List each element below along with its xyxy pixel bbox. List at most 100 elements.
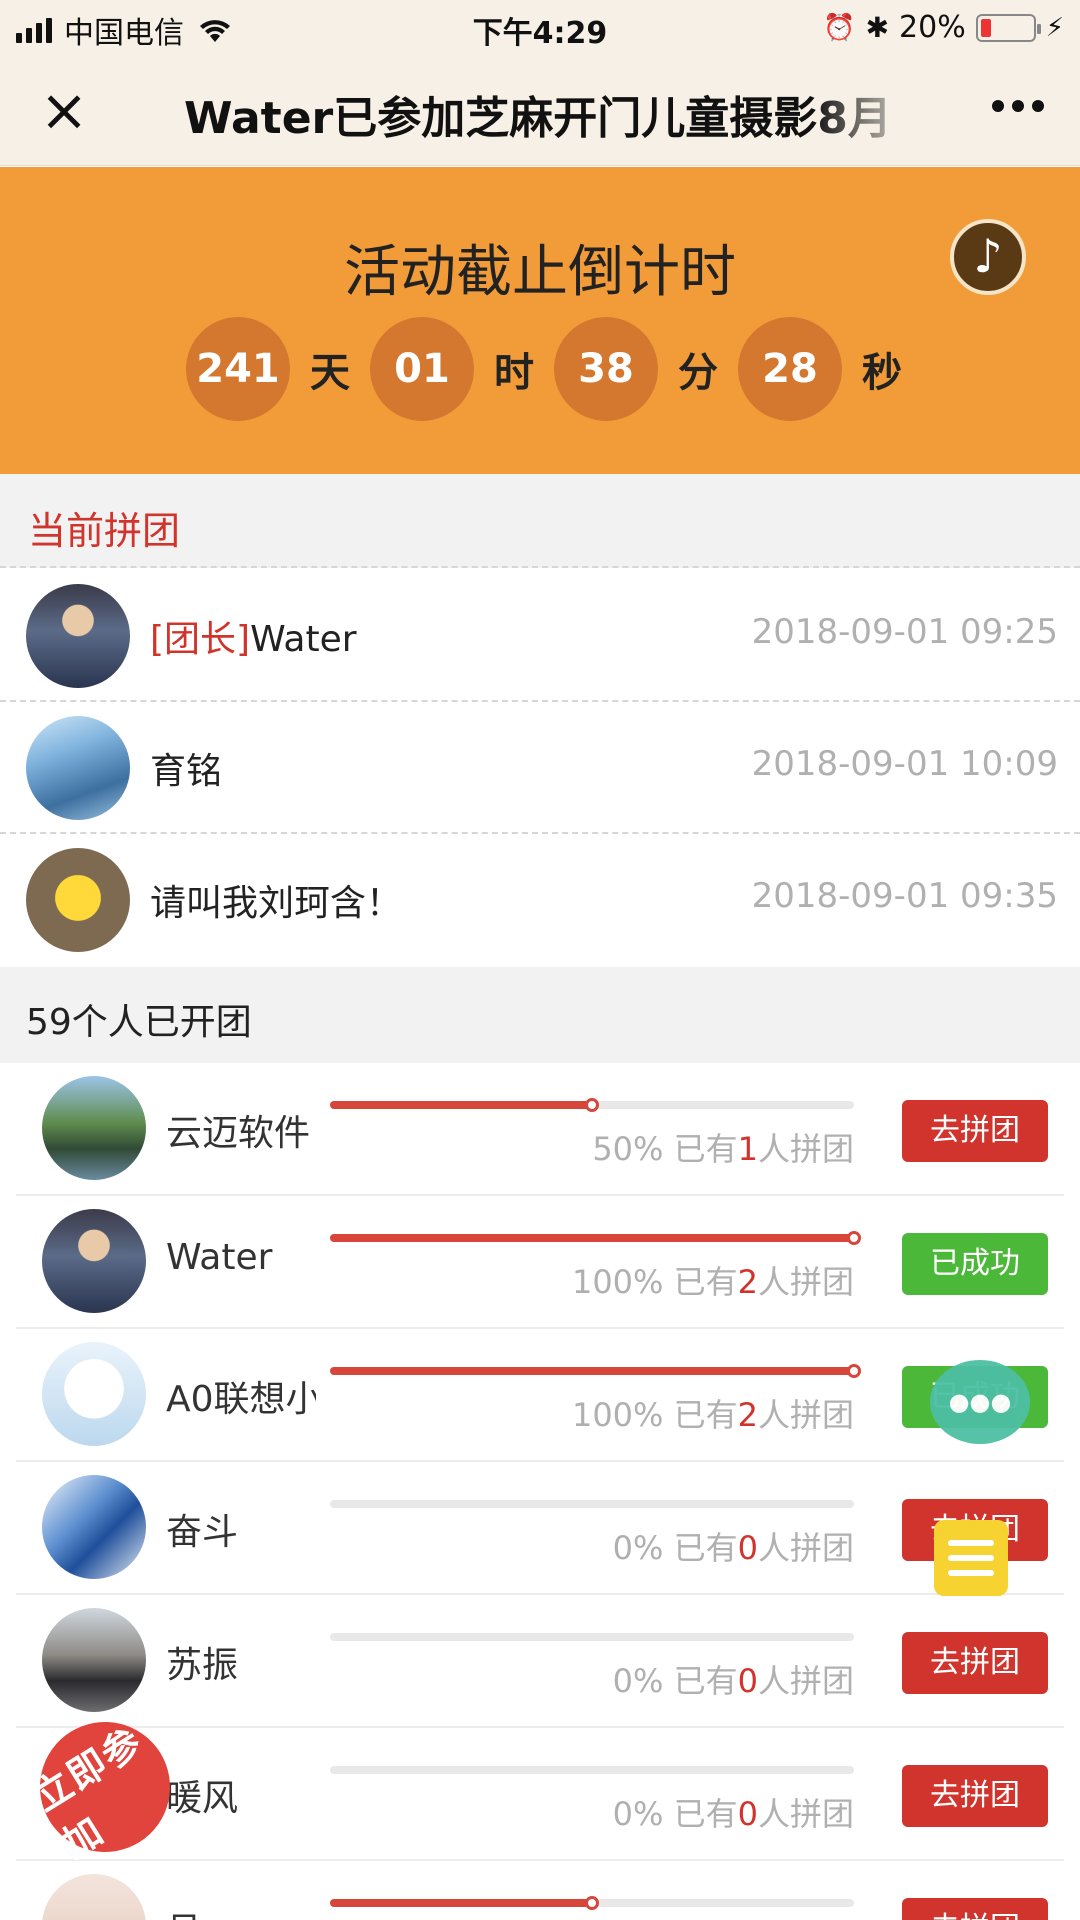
avatar	[26, 848, 130, 952]
group-count: 1	[737, 1130, 758, 1168]
group-count-prefix: 已有	[673, 1263, 738, 1301]
avatar	[26, 716, 130, 820]
avatar	[42, 1608, 146, 1712]
group-progress-bar	[330, 1766, 854, 1774]
group-status: 0% 已有0人拼团	[613, 1656, 854, 1702]
more-options-icon[interactable]	[992, 100, 1044, 112]
group-row: 苏振 0% 已有0人拼团 去拼团	[16, 1596, 1064, 1728]
countdown-days-unit: 天	[310, 350, 350, 396]
group-percent: 50%	[592, 1130, 664, 1168]
avatar	[42, 1475, 146, 1579]
join-time: 2018-09-01 10:09	[751, 744, 1058, 784]
group-status: 0% 已有0人拼团	[613, 1523, 854, 1569]
group-count-suffix: 人拼团	[757, 1529, 854, 1567]
countdown-hours-unit: 时	[494, 350, 534, 396]
countdown-banner: 活动截止倒计时 ♪ 241 天 01 时 38 分 28 秒	[0, 167, 1080, 474]
group-count-prefix: 已有	[673, 1396, 738, 1434]
group-status: 0% 已有0人拼团	[613, 1789, 854, 1835]
group-status: 100% 已有2人拼团	[572, 1390, 854, 1436]
group-leader-name: A0联想小	[166, 1379, 316, 1420]
member-name: 育铭	[150, 751, 223, 792]
bluetooth-icon: ✱	[865, 11, 890, 44]
current-group-title: 当前拼团	[28, 509, 181, 553]
group-percent: 0%	[612, 1662, 664, 1700]
group-count: 2	[737, 1396, 758, 1434]
member-row: 请叫我刘珂含！ 2018-09-01 09:35	[0, 834, 1080, 966]
group-leader-name: 吕	[166, 1902, 316, 1920]
page-title: Water已参加芝麻开门儿童摄影8月	[184, 93, 892, 144]
group-leader-name: 奋斗	[166, 1512, 239, 1553]
join-group-button[interactable]: 去拼团	[902, 1765, 1048, 1827]
join-time: 2018-09-01 09:25	[751, 612, 1058, 652]
groups-count-title: 59个人已开团	[26, 1002, 252, 1043]
groups-header: 59个人已开团	[0, 967, 1080, 1063]
group-count-prefix: 已有	[673, 1130, 738, 1168]
battery-percent: 20%	[899, 10, 966, 45]
charging-icon: ⚡	[1045, 12, 1064, 43]
group-leader-name: 暖风	[166, 1778, 239, 1819]
group-count-suffix: 人拼团	[757, 1396, 854, 1434]
group-progress-knob	[585, 1896, 599, 1910]
countdown-timer: 241 天 01 时 38 分 28 秒	[186, 317, 922, 421]
group-count-prefix: 已有	[673, 1795, 738, 1833]
group-progress-bar	[330, 1896, 854, 1910]
avatar	[42, 1342, 146, 1446]
group-percent: 0%	[612, 1795, 664, 1833]
group-count-suffix: 人拼团	[757, 1263, 854, 1301]
group-count-suffix: 人拼团	[757, 1662, 854, 1700]
group-progress-bar	[330, 1364, 861, 1378]
group-success-button[interactable]: 已成功	[902, 1233, 1048, 1295]
group-count: 0	[737, 1795, 758, 1833]
group-count: 2	[737, 1263, 758, 1301]
group-progress-knob	[847, 1231, 861, 1245]
group-progress-bar	[330, 1231, 861, 1245]
group-count: 0	[737, 1529, 758, 1567]
group-row: A0联想小 100% 已有2人拼团 已成功	[16, 1330, 1064, 1462]
countdown-title: 活动截止倒计时	[344, 240, 736, 305]
group-progress-fill	[330, 1367, 854, 1375]
group-leader-name: 苏振	[166, 1645, 239, 1686]
group-percent: 100%	[571, 1263, 664, 1301]
member-name: Water	[250, 619, 357, 660]
chat-bubble-icon[interactable]: ●●●	[930, 1360, 1030, 1444]
group-leader-name: 云迈软件	[166, 1113, 311, 1154]
countdown-seconds-unit: 秒	[862, 350, 902, 396]
avatar	[42, 1076, 146, 1180]
avatar	[42, 1874, 146, 1920]
group-count-suffix: 人拼团	[757, 1130, 854, 1168]
join-group-button[interactable]: 去拼团	[902, 1100, 1048, 1162]
avatar	[42, 1209, 146, 1313]
member-name: 请叫我刘珂含！	[150, 883, 403, 924]
group-progress-bar	[330, 1098, 854, 1112]
music-note-icon[interactable]: ♪	[950, 219, 1026, 295]
group-row: 奋斗 0% 已有0人拼团 去拼团	[16, 1463, 1064, 1595]
member-row: 育铭 2018-09-01 10:09	[0, 702, 1080, 834]
group-progress-bar	[330, 1633, 854, 1641]
menu-list-icon[interactable]	[934, 1520, 1008, 1596]
group-percent: 0%	[612, 1529, 664, 1567]
group-leader-name: Water	[166, 1237, 273, 1278]
group-count-prefix: 已有	[673, 1662, 738, 1700]
countdown-seconds: 28	[738, 317, 842, 421]
group-count: 0	[737, 1662, 758, 1700]
countdown-minutes: 38	[554, 317, 658, 421]
group-progress-knob	[585, 1098, 599, 1112]
battery-icon	[975, 13, 1041, 42]
countdown-days: 241	[186, 317, 290, 421]
member-row: [团长]Water 2018-09-01 09:25	[0, 570, 1080, 702]
current-group-header: 当前拼团	[0, 474, 1080, 568]
join-group-button[interactable]: 去拼团	[902, 1898, 1048, 1920]
group-row: 云迈软件 50% 已有1人拼团 去拼团	[16, 1064, 1064, 1196]
nav-bar: × Water已参加芝麻开门儿童摄影8月	[0, 54, 1080, 166]
close-icon[interactable]: ×	[36, 81, 92, 140]
countdown-hours: 01	[370, 317, 474, 421]
countdown-minutes-unit: 分	[678, 350, 718, 396]
leader-tag: [团长]	[150, 619, 251, 660]
group-row: Water 100% 已有2人拼团 已成功	[16, 1197, 1064, 1329]
group-progress-knob	[847, 1364, 861, 1378]
group-progress-bar	[330, 1500, 854, 1508]
group-status: 50% 已有1人拼团	[592, 1124, 854, 1170]
group-row: 吕 去拼团	[16, 1862, 1064, 1920]
join-group-button[interactable]: 去拼团	[902, 1632, 1048, 1694]
group-count-prefix: 已有	[673, 1529, 738, 1567]
